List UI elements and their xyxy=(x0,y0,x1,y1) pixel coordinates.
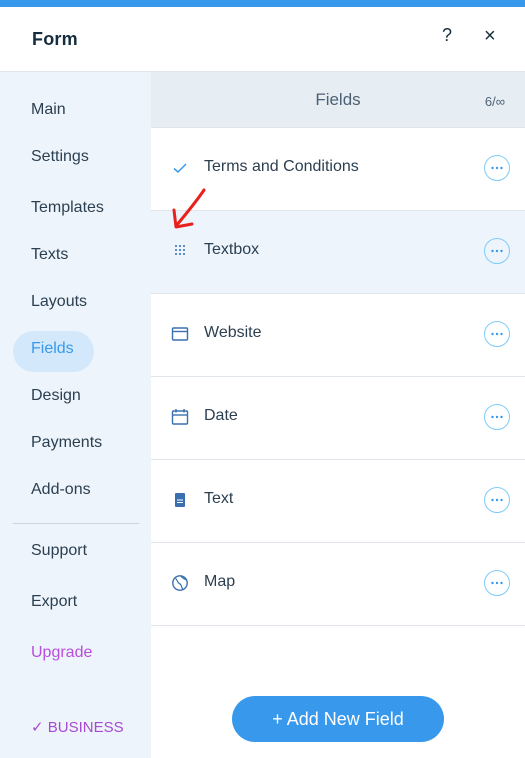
fields-panel: Fields 6/∞ Terms and Conditions Textbox xyxy=(151,72,525,758)
more-options-button[interactable] xyxy=(484,487,510,513)
sidebar-item-design[interactable]: Design xyxy=(31,387,81,405)
field-label: Map xyxy=(204,573,236,590)
more-options-button[interactable] xyxy=(484,321,510,347)
field-row[interactable]: Website xyxy=(151,294,525,377)
field-label: Text xyxy=(204,490,234,507)
text-block-icon xyxy=(171,491,189,509)
field-label: Website xyxy=(204,324,262,341)
field-row[interactable]: Text xyxy=(151,460,525,543)
field-label: Date xyxy=(204,407,238,424)
field-row[interactable]: Date xyxy=(151,377,525,460)
sidebar-item-support[interactable]: Support xyxy=(31,542,87,560)
help-button[interactable]: ? xyxy=(442,25,452,46)
fields-count: 6/∞ xyxy=(484,94,505,109)
browser-window-icon xyxy=(171,325,189,343)
globe-icon xyxy=(171,574,189,592)
field-label: Terms and Conditions xyxy=(204,158,359,175)
sidebar-item-fields[interactable]: Fields xyxy=(31,340,74,358)
plan-badge: ✓ BUSINESS xyxy=(31,719,124,736)
sidebar-item-export[interactable]: Export xyxy=(31,593,77,611)
sidebar-item-upgrade[interactable]: Upgrade xyxy=(31,644,92,662)
sidebar-item-texts[interactable]: Texts xyxy=(31,246,68,264)
sidebar-divider xyxy=(13,523,139,524)
grid-dots-icon xyxy=(171,242,189,260)
add-new-field-button[interactable]: + Add New Field xyxy=(232,696,444,742)
sidebar-item-main[interactable]: Main xyxy=(31,101,66,119)
more-options-button[interactable] xyxy=(484,404,510,430)
panel-header: Form ? × xyxy=(0,7,525,72)
calendar-icon xyxy=(171,408,189,426)
more-options-button[interactable] xyxy=(484,570,510,596)
red-arrow-annotation-icon xyxy=(172,188,206,229)
checkmark-icon xyxy=(171,159,189,177)
sidebar-item-layouts[interactable]: Layouts xyxy=(31,293,87,311)
panel-title: Form xyxy=(32,29,78,49)
more-options-button[interactable] xyxy=(484,238,510,264)
field-label: Textbox xyxy=(204,241,260,258)
sidebar: Main Settings Templates Texts Layouts Fi… xyxy=(0,72,151,758)
more-options-button[interactable] xyxy=(484,155,510,181)
sidebar-item-templates[interactable]: Templates xyxy=(31,199,104,217)
top-accent-bar xyxy=(0,0,525,7)
fields-title: Fields xyxy=(315,90,361,109)
close-button[interactable]: × xyxy=(484,25,496,48)
fields-header: Fields 6/∞ xyxy=(151,72,525,128)
sidebar-item-add-ons[interactable]: Add-ons xyxy=(31,481,91,499)
sidebar-item-payments[interactable]: Payments xyxy=(31,434,102,452)
sidebar-item-settings[interactable]: Settings xyxy=(31,148,89,166)
field-row[interactable]: Map xyxy=(151,543,525,626)
